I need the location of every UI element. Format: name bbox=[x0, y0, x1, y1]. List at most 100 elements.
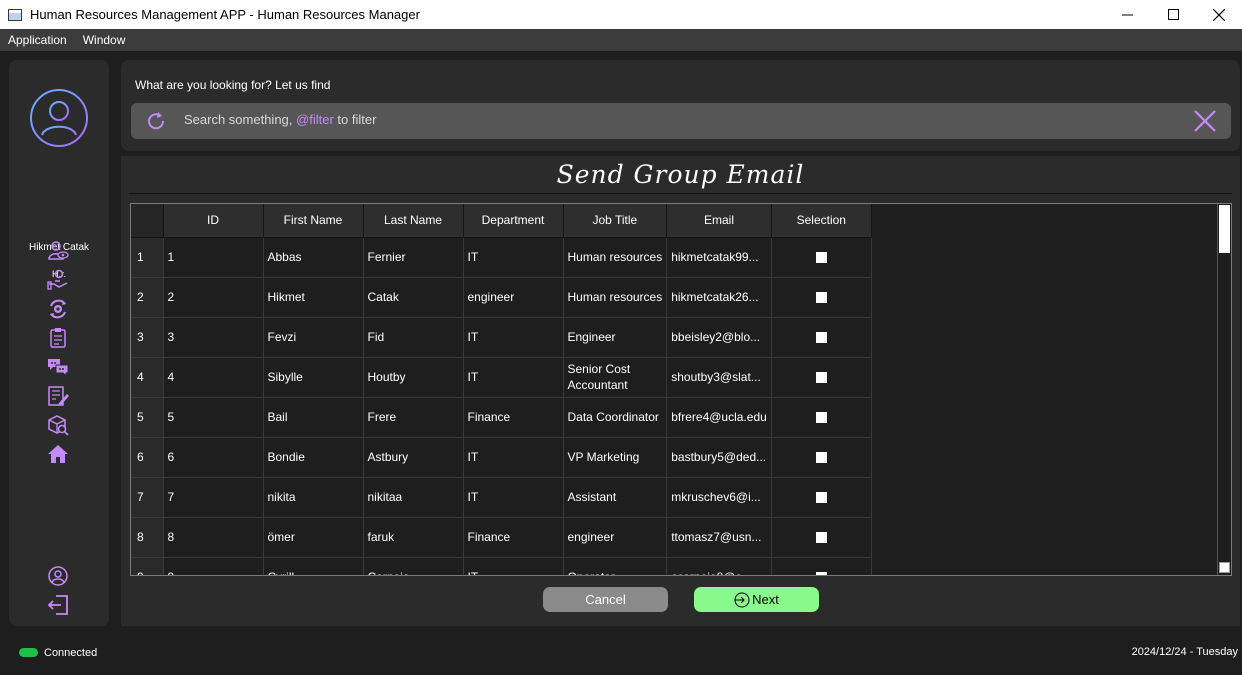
column-header-selection[interactable]: Selection bbox=[771, 204, 872, 238]
cell-job-title[interactable]: Operator bbox=[563, 557, 668, 575]
column-header-first-name[interactable]: First Name bbox=[263, 204, 364, 238]
close-button[interactable] bbox=[1196, 0, 1242, 29]
cell-last-name[interactable]: Astbury bbox=[363, 437, 464, 478]
chat-icon[interactable] bbox=[46, 356, 70, 378]
minimize-button[interactable] bbox=[1104, 0, 1150, 29]
clipboard-icon[interactable] bbox=[46, 327, 70, 349]
selection-checkbox[interactable] bbox=[815, 332, 827, 343]
users-view-icon[interactable] bbox=[46, 240, 70, 262]
cell-last-name[interactable]: Cornejo bbox=[363, 557, 464, 575]
next-button[interactable]: Next bbox=[694, 587, 819, 612]
sync-gear-icon[interactable] bbox=[46, 298, 70, 320]
corner-header[interactable] bbox=[131, 204, 164, 238]
cell-job-title[interactable]: Assistant bbox=[563, 477, 668, 518]
logout-icon[interactable] bbox=[46, 594, 70, 616]
cell-first-name[interactable]: nikita bbox=[263, 477, 364, 518]
cell-job-title[interactable]: VP Marketing bbox=[563, 437, 668, 478]
scrollbar-thumb[interactable] bbox=[1219, 205, 1230, 253]
column-header-department[interactable]: Department bbox=[463, 204, 564, 238]
cell-last-name[interactable]: Fernier bbox=[363, 237, 464, 278]
refresh-icon[interactable] bbox=[145, 110, 167, 132]
cell-job-title[interactable]: Engineer bbox=[563, 317, 668, 358]
selection-checkbox[interactable] bbox=[815, 572, 827, 575]
selection-checkbox[interactable] bbox=[815, 292, 827, 303]
home-icon[interactable] bbox=[46, 443, 70, 465]
cell-department[interactable]: Finance bbox=[463, 397, 564, 438]
cell-last-name[interactable]: faruk bbox=[363, 517, 464, 558]
cell-job-title[interactable]: Data Coordinator bbox=[563, 397, 668, 438]
menu-application[interactable]: Application bbox=[0, 33, 75, 47]
cell-email[interactable]: bfrere4@ucla.edu bbox=[666, 397, 772, 438]
document-edit-icon[interactable] bbox=[46, 385, 70, 407]
table-row[interactable]: 2 2 Hikmet Catak engineer Human resources hikm… bbox=[131, 277, 872, 318]
row-number[interactable]: 9 bbox=[131, 557, 164, 575]
table-row[interactable]: 5 5 Bail Frere Finance Data Coordinator bfrere… bbox=[131, 397, 872, 438]
row-number[interactable]: 7 bbox=[131, 477, 164, 518]
cell-department[interactable]: IT bbox=[463, 437, 564, 478]
cell-id[interactable]: 2 bbox=[163, 277, 264, 318]
table-row[interactable]: 1 1 Abbas Fernier IT Human resources hikmetcat… bbox=[131, 237, 872, 278]
selection-checkbox[interactable] bbox=[815, 252, 827, 263]
cell-department[interactable]: IT bbox=[463, 357, 564, 398]
cell-department[interactable]: IT bbox=[463, 557, 564, 575]
cancel-button[interactable]: Cancel bbox=[543, 587, 668, 612]
account-icon[interactable] bbox=[46, 565, 70, 587]
cell-email[interactable]: bastbury5@ded... bbox=[666, 437, 772, 478]
cell-job-title[interactable]: Human resources bbox=[563, 237, 668, 278]
hand-person-icon[interactable] bbox=[46, 269, 70, 291]
row-number[interactable]: 6 bbox=[131, 437, 164, 478]
cell-email[interactable]: ttomasz7@usn... bbox=[666, 517, 772, 558]
column-header-id[interactable]: ID bbox=[163, 204, 264, 238]
row-number[interactable]: 8 bbox=[131, 517, 164, 558]
cell-id[interactable]: 3 bbox=[163, 317, 264, 358]
cell-job-title[interactable]: Human resources bbox=[563, 277, 668, 318]
cell-first-name[interactable]: ömer bbox=[263, 517, 364, 558]
cell-first-name[interactable]: Cyrill bbox=[263, 557, 364, 575]
row-number[interactable]: 3 bbox=[131, 317, 164, 358]
menu-window[interactable]: Window bbox=[75, 33, 134, 47]
cell-last-name[interactable]: nikitaa bbox=[363, 477, 464, 518]
column-header-job-title[interactable]: Job Title bbox=[563, 204, 668, 238]
cell-email[interactable]: hikmetcatak99... bbox=[666, 237, 772, 278]
cell-first-name[interactable]: Fevzi bbox=[263, 317, 364, 358]
cell-department[interactable]: IT bbox=[463, 477, 564, 518]
cell-department[interactable]: engineer bbox=[463, 277, 564, 318]
box-search-icon[interactable] bbox=[46, 414, 70, 436]
row-number[interactable]: 2 bbox=[131, 277, 164, 318]
cell-department[interactable]: IT bbox=[463, 317, 564, 358]
selection-checkbox[interactable] bbox=[815, 492, 827, 503]
table-row[interactable]: 7 7 nikita nikitaa IT Assistant mkruschev6@i..… bbox=[131, 477, 872, 518]
search-bar[interactable]: Search something, @filter to filter bbox=[131, 103, 1231, 139]
cell-email[interactable]: mkruschev6@i... bbox=[666, 477, 772, 518]
cell-id[interactable]: 5 bbox=[163, 397, 264, 438]
row-number[interactable]: 5 bbox=[131, 397, 164, 438]
cell-id[interactable]: 1 bbox=[163, 237, 264, 278]
cell-job-title[interactable]: Senior Cost Accountant bbox=[563, 357, 668, 398]
cell-id[interactable]: 9 bbox=[163, 557, 264, 575]
cell-last-name[interactable]: Frere bbox=[363, 397, 464, 438]
selection-checkbox[interactable] bbox=[815, 372, 827, 383]
row-number[interactable]: 4 bbox=[131, 357, 164, 398]
clear-search-icon[interactable] bbox=[1193, 109, 1217, 133]
cell-id[interactable]: 4 bbox=[163, 357, 264, 398]
search-input[interactable]: Search something, @filter to filter bbox=[184, 112, 376, 127]
cell-email[interactable]: ccornejo8@e- bbox=[666, 557, 772, 575]
table-row[interactable]: 99CyrillCornejoITOperatorccornejo8@e- bbox=[131, 557, 872, 575]
table-row[interactable]: 6 6 Bondie Astbury IT VP Marketing bastbury5@d… bbox=[131, 437, 872, 478]
cell-id[interactable]: 6 bbox=[163, 437, 264, 478]
table-row[interactable]: 3 3 Fevzi Fid IT Engineer bbeisley2@blo... bbox=[131, 317, 872, 358]
maximize-button[interactable] bbox=[1150, 0, 1196, 29]
cell-email[interactable]: bbeisley2@blo... bbox=[666, 317, 772, 358]
table-row[interactable]: 8 8 ömer faruk Finance engineer ttomasz7@usn..… bbox=[131, 517, 872, 558]
cell-job-title[interactable]: engineer bbox=[563, 517, 668, 558]
selection-checkbox[interactable] bbox=[815, 532, 827, 543]
selection-checkbox[interactable] bbox=[815, 412, 827, 423]
cell-id[interactable]: 8 bbox=[163, 517, 264, 558]
cell-email[interactable]: hikmetcatak26... bbox=[666, 277, 772, 318]
table-row[interactable]: 4 4 Sibylle Houtby IT Senior Cost Accountant s… bbox=[131, 357, 872, 398]
cell-first-name[interactable]: Bail bbox=[263, 397, 364, 438]
cell-department[interactable]: Finance bbox=[463, 517, 564, 558]
cell-last-name[interactable]: Fid bbox=[363, 317, 464, 358]
column-header-email[interactable]: Email bbox=[666, 204, 772, 238]
cell-first-name[interactable]: Bondie bbox=[263, 437, 364, 478]
